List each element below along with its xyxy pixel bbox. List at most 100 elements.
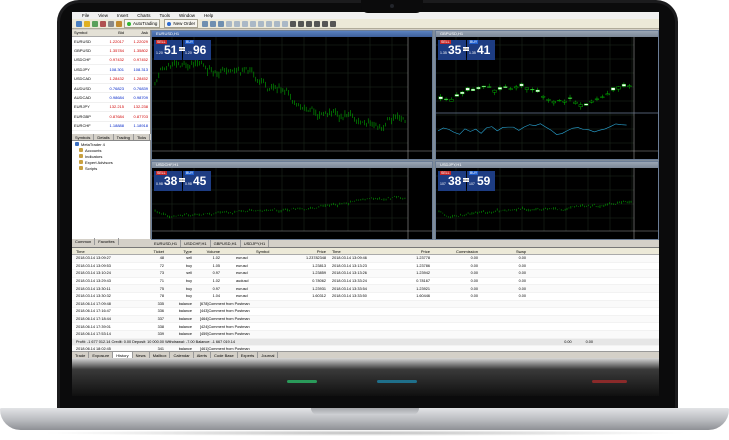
- periods-icon[interactable]: [274, 20, 281, 27]
- menu-view[interactable]: View: [98, 13, 108, 18]
- chart-tab-usdchf[interactable]: USDCHF,H1: [181, 240, 211, 247]
- col-volume[interactable]: Volume: [196, 249, 220, 254]
- zoom-in-icon[interactable]: [226, 20, 233, 27]
- col-close-price[interactable]: Price: [380, 249, 430, 254]
- table-row[interactable]: 2018.06.14 17:18:44 337 balance [464]Commen…: [72, 315, 659, 324]
- col-ticket[interactable]: Ticket: [122, 249, 164, 254]
- lot-size-input[interactable]: 0.01: [463, 178, 469, 182]
- strategy-tester-icon[interactable]: [116, 20, 122, 27]
- menu-insert[interactable]: Insert: [117, 13, 128, 18]
- mw-header-symbol[interactable]: Symbol: [72, 30, 98, 36]
- col-commission[interactable]: Commission: [430, 249, 478, 254]
- trendline-icon[interactable]: [322, 20, 329, 27]
- mw-row-usdjpy[interactable]: USDJPY 108.301 108.313: [72, 65, 150, 75]
- vertical-line-icon[interactable]: [306, 20, 313, 27]
- terminal-icon[interactable]: [108, 20, 114, 27]
- mw-row-gbpusd[interactable]: GBPUSD 1.35784 1.35802: [72, 46, 150, 56]
- chart-tab-usdjpy[interactable]: USDJPY,H1: [241, 240, 270, 247]
- table-row[interactable]: 2018.06.14 17:39:01 338 balance [424]Commen…: [72, 323, 659, 331]
- sell-button[interactable]: SELL 35 1.35: [438, 40, 466, 60]
- buy-price-pips: 96: [193, 43, 207, 57]
- buy-button[interactable]: BUY 96 1.20: [183, 40, 211, 60]
- col-symbol[interactable]: Symbol: [220, 249, 272, 254]
- mw-header-ask[interactable]: Ask: [124, 30, 148, 36]
- col-type[interactable]: Type: [164, 249, 196, 254]
- lot-size-input[interactable]: 0.01: [179, 47, 185, 51]
- tile-windows-icon[interactable]: [242, 20, 249, 27]
- lot-size-input[interactable]: 0.01: [179, 178, 185, 182]
- chart-tab-gbpusd[interactable]: GBPUSD,H1: [211, 240, 241, 247]
- autoscroll-icon[interactable]: [250, 20, 257, 27]
- candle-body: [535, 89, 540, 93]
- menu-charts[interactable]: Charts: [137, 13, 150, 18]
- indicators-icon[interactable]: [266, 20, 273, 27]
- chart-window-usdchf[interactable]: USDCHF,H1 SELL 38 0.98 BUY 45 0.98 0.01: [151, 161, 433, 240]
- nav-item-scripts[interactable]: Scripts: [72, 165, 150, 171]
- navigator-icon[interactable]: [100, 20, 106, 27]
- buy-price-pips: 41: [477, 43, 491, 57]
- chart-tab-eurusd[interactable]: EURUSD,H1: [151, 240, 182, 247]
- market-watch-icon[interactable]: [92, 20, 98, 27]
- table-row[interactable]: 2018.03.14 13:30:32 78 buy 1.04 eurusd 1.6031…: [72, 293, 659, 301]
- profiles-icon[interactable]: [84, 20, 90, 27]
- chart-window-usdjpy[interactable]: USDJPY,H1 SELL 38 107 BUY 59 107 0.01: [435, 161, 659, 240]
- menu-window[interactable]: Window: [179, 13, 195, 18]
- table-row[interactable]: 2018.06.14 17:53:14 339 balance [459]Commen…: [72, 330, 659, 339]
- mw-row-usdchf[interactable]: USDCHF 0.97432 0.97452: [72, 56, 150, 66]
- table-row[interactable]: 2018.06.14 17:16:47 336 balance [443]Commen…: [72, 308, 659, 316]
- table-row[interactable]: 2018.03.14 13:29:43 71 buy 1.02 audusd 0.7806…: [72, 278, 659, 286]
- table-row[interactable]: 2018.06.14 17:09:48 335 balance [678]Commen…: [72, 300, 659, 309]
- cell-type: balance: [178, 332, 192, 337]
- mw-header-bid[interactable]: Bid: [98, 30, 124, 36]
- line-chart-icon[interactable]: [218, 20, 225, 27]
- summary-text: Profit: -1 677 012.14 Credit: 0.00 Depos…: [76, 340, 235, 344]
- sell-button[interactable]: SELL 51 1.20: [154, 40, 182, 60]
- nav-tab-favorites[interactable]: Favorites: [95, 238, 119, 245]
- horizontal-line-icon[interactable]: [314, 20, 321, 27]
- menu-file[interactable]: File: [82, 13, 89, 18]
- mw-row-eurgbp[interactable]: EURGBP 0.87684 0.87703: [72, 112, 150, 122]
- col-swap[interactable]: Swap: [478, 249, 526, 254]
- mw-row-eurjpy[interactable]: EURJPY 132.215 132.238: [72, 103, 150, 113]
- menu-tools[interactable]: Tools: [159, 13, 170, 18]
- chart-shift-icon[interactable]: [258, 20, 265, 27]
- chart-window-eurusd[interactable]: EURUSD,H1 SELL 51 1.20 BUY 96 1.20 0.01: [151, 30, 433, 160]
- mw-row-eurusd[interactable]: EURUSD 1.22017 1.22029: [72, 37, 150, 47]
- table-row[interactable]: 2018.03.14 13:10:24 73 sell 0.97 eurusd 1.238…: [72, 270, 659, 278]
- table-row[interactable]: 2018.03.14 13:09:53 72 buy 1.05 eurusd 1.2381…: [72, 263, 659, 271]
- candle-body: [465, 87, 470, 91]
- chart-window-gbpusd[interactable]: GBPUSD,H1 SELL 35 1.35 BUY 41 1.35 0.01: [435, 30, 659, 160]
- mw-symbol: AUDUSD: [74, 85, 91, 91]
- mw-row-usdcad[interactable]: USDCAD 1.28432 1.28452: [72, 75, 150, 84]
- zoom-out-icon[interactable]: [234, 20, 241, 27]
- col-close-time[interactable]: Time: [326, 249, 380, 254]
- buy-button[interactable]: BUY 45 0.98: [183, 171, 211, 191]
- col-price[interactable]: Price: [272, 249, 326, 254]
- cell-comment: [464]Comment from Postman: [200, 317, 250, 322]
- candle-body: [546, 99, 551, 101]
- terminal-summary: Profit: -1 677 012.14 Credit: 0.00 Depos…: [72, 339, 659, 345]
- menu-help[interactable]: Help: [204, 13, 213, 18]
- buy-button[interactable]: BUY 59 107: [467, 171, 495, 191]
- mw-row-audusd[interactable]: AUDUSD 0.76823 0.76839: [72, 84, 150, 94]
- crosshair-icon[interactable]: [298, 20, 305, 27]
- cell-ticket: 75: [159, 286, 164, 291]
- sell-button[interactable]: SELL 38 0.98: [154, 171, 182, 191]
- col-time[interactable]: Time: [72, 249, 122, 254]
- nav-tab-common[interactable]: Common: [72, 238, 96, 245]
- bar-chart-icon[interactable]: [202, 20, 209, 27]
- mw-row-audcad[interactable]: AUDCAD 0.98684 0.98709: [72, 93, 150, 103]
- templates-icon[interactable]: [282, 20, 289, 27]
- mw-row-eurchf[interactable]: EURCHF 1.18888 1.18918: [72, 122, 150, 131]
- table-row[interactable]: 2018.03.14 13:30:11 75 buy 0.97 eurusd 1.2393…: [72, 285, 659, 293]
- sell-button[interactable]: SELL 38 107: [438, 171, 466, 191]
- buy-button[interactable]: BUY 41 1.35: [467, 40, 495, 60]
- new-chart-icon[interactable]: [76, 20, 82, 27]
- lot-size-input[interactable]: 0.01: [463, 47, 469, 51]
- table-row[interactable]: 2018.03.14 13:09:27 48 sell 1.02 eurusd 1.237…: [72, 255, 659, 263]
- candlestick-icon[interactable]: [210, 20, 217, 27]
- cursor-icon[interactable]: [290, 20, 297, 27]
- new-order-button[interactable]: New Order: [164, 19, 199, 28]
- autotrading-button[interactable]: AutoTrading: [124, 19, 161, 28]
- text-tool-icon[interactable]: [330, 20, 337, 27]
